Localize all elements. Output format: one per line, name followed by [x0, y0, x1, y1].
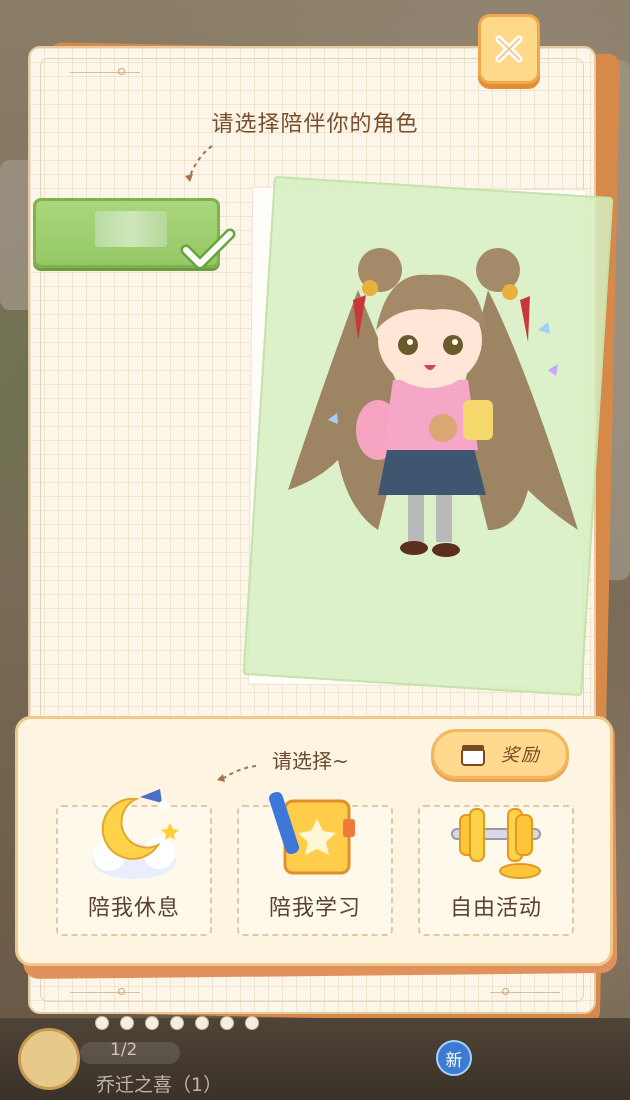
- reward-button[interactable]: 奖励: [431, 729, 569, 779]
- spiral-ring: [145, 1016, 159, 1030]
- ornament-dot: [502, 988, 509, 995]
- option-rest-label: 陪我休息: [87, 896, 180, 921]
- character-avatar[interactable]: [258, 230, 598, 590]
- option-study-label: 陪我学习: [268, 896, 361, 921]
- option-free-activity-button[interactable]: 自由活动: [418, 805, 574, 936]
- quest-title[interactable]: 乔迁之喜（1）: [96, 1070, 222, 1097]
- spiral-ring: [120, 1016, 134, 1030]
- close-button[interactable]: [478, 14, 540, 84]
- close-x-icon: [495, 35, 523, 63]
- activity-prompt: 请选择~: [272, 749, 349, 773]
- spiral-ring: [170, 1016, 184, 1030]
- ornament-line: [70, 992, 140, 993]
- option-free-activity-label: 自由活动: [449, 896, 542, 921]
- option-rest-button[interactable]: 陪我休息: [56, 789, 212, 936]
- dashed-arrow-icon: [217, 765, 257, 782]
- dialog-title: 请选择陪伴你的角色: [211, 112, 419, 137]
- spiral-ring: [220, 1016, 234, 1030]
- dashed-arrow-icon: [185, 145, 213, 182]
- gift-box-icon: [461, 745, 485, 766]
- checkmark-icon: [180, 228, 236, 270]
- task-book-icon[interactable]: [18, 1028, 80, 1090]
- ornament-dot: [118, 988, 125, 995]
- reward-label: 奖励: [501, 745, 541, 766]
- option-study-button[interactable]: 陪我学习: [237, 791, 393, 936]
- new-badge[interactable]: 新: [436, 1040, 472, 1076]
- task-progress-label: 1/2: [110, 1040, 138, 1060]
- ornament-dot: [118, 68, 125, 75]
- sleeping-moon-icon: [92, 789, 179, 879]
- dumbbell-icon: [451, 808, 541, 879]
- role-name-label: 名字: [95, 211, 167, 247]
- ornament-line: [490, 992, 560, 993]
- ornament-line: [70, 72, 140, 73]
- spiral-ring: [245, 1016, 259, 1030]
- notebook-pen-icon: [269, 791, 355, 875]
- spiral-ring: [195, 1016, 209, 1030]
- spiral-ring: [95, 1016, 109, 1030]
